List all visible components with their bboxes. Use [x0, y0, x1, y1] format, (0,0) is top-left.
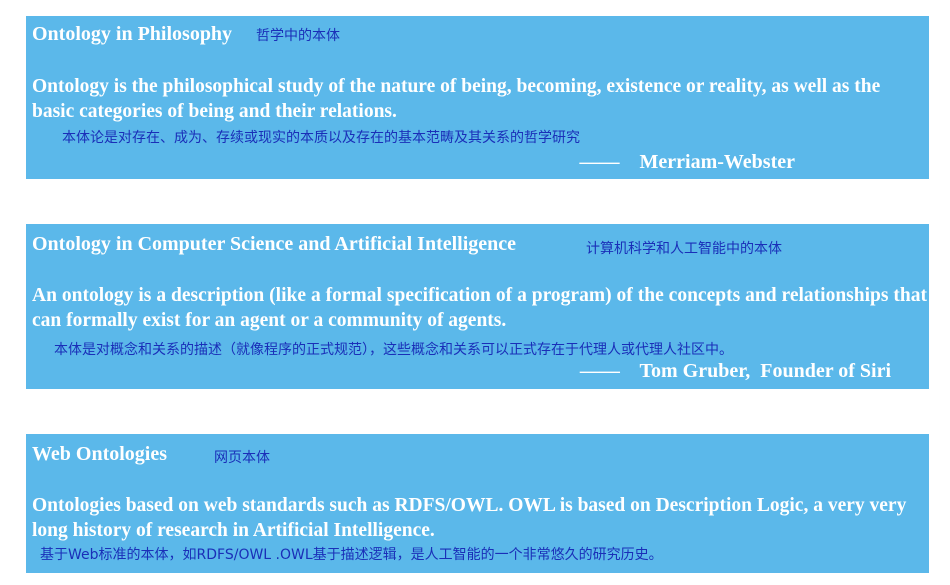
section-body-cn: 本体论是对存在、成为、存续或现实的本质以及存在的基本范畴及其关系的哲学研究: [62, 130, 580, 146]
section-body: Ontologies based on web standards such a…: [32, 495, 907, 541]
attribution: —— Merriam-Webster: [579, 151, 795, 173]
section-heading-cn: 网页本体: [214, 450, 270, 466]
section-heading: Ontology in Computer Science and Artific…: [32, 233, 517, 255]
section-body-cn: 本体是对概念和关系的描述（就像程序的正式规范），这些概念和关系可以正式存在于代理…: [54, 342, 733, 358]
section-heading: Web Ontologies: [32, 443, 168, 465]
section-body: Ontology is the philosophical study of t…: [32, 76, 881, 122]
section-web-ontologies: Web Ontologies 网页本体 Ontologies based on …: [26, 434, 929, 573]
section-philosophy: Ontology in Philosophy 哲学中的本体 Ontology i…: [26, 16, 929, 179]
attribution: —— Tom Gruber, Founder of Siri: [579, 360, 891, 382]
section-heading: Ontology in Philosophy: [32, 23, 233, 45]
section-computer-science: Ontology in Computer Science and Artific…: [26, 224, 929, 389]
section-body: An ontology is a description (like a for…: [32, 285, 927, 331]
section-heading-cn: 哲学中的本体: [256, 28, 340, 44]
section-heading-cn: 计算机科学和人工智能中的本体: [586, 241, 782, 257]
section-body-cn: 基于Web标准的本体，如RDFS/OWL .OWL基于描述逻辑，是人工智能的一个…: [40, 547, 663, 563]
